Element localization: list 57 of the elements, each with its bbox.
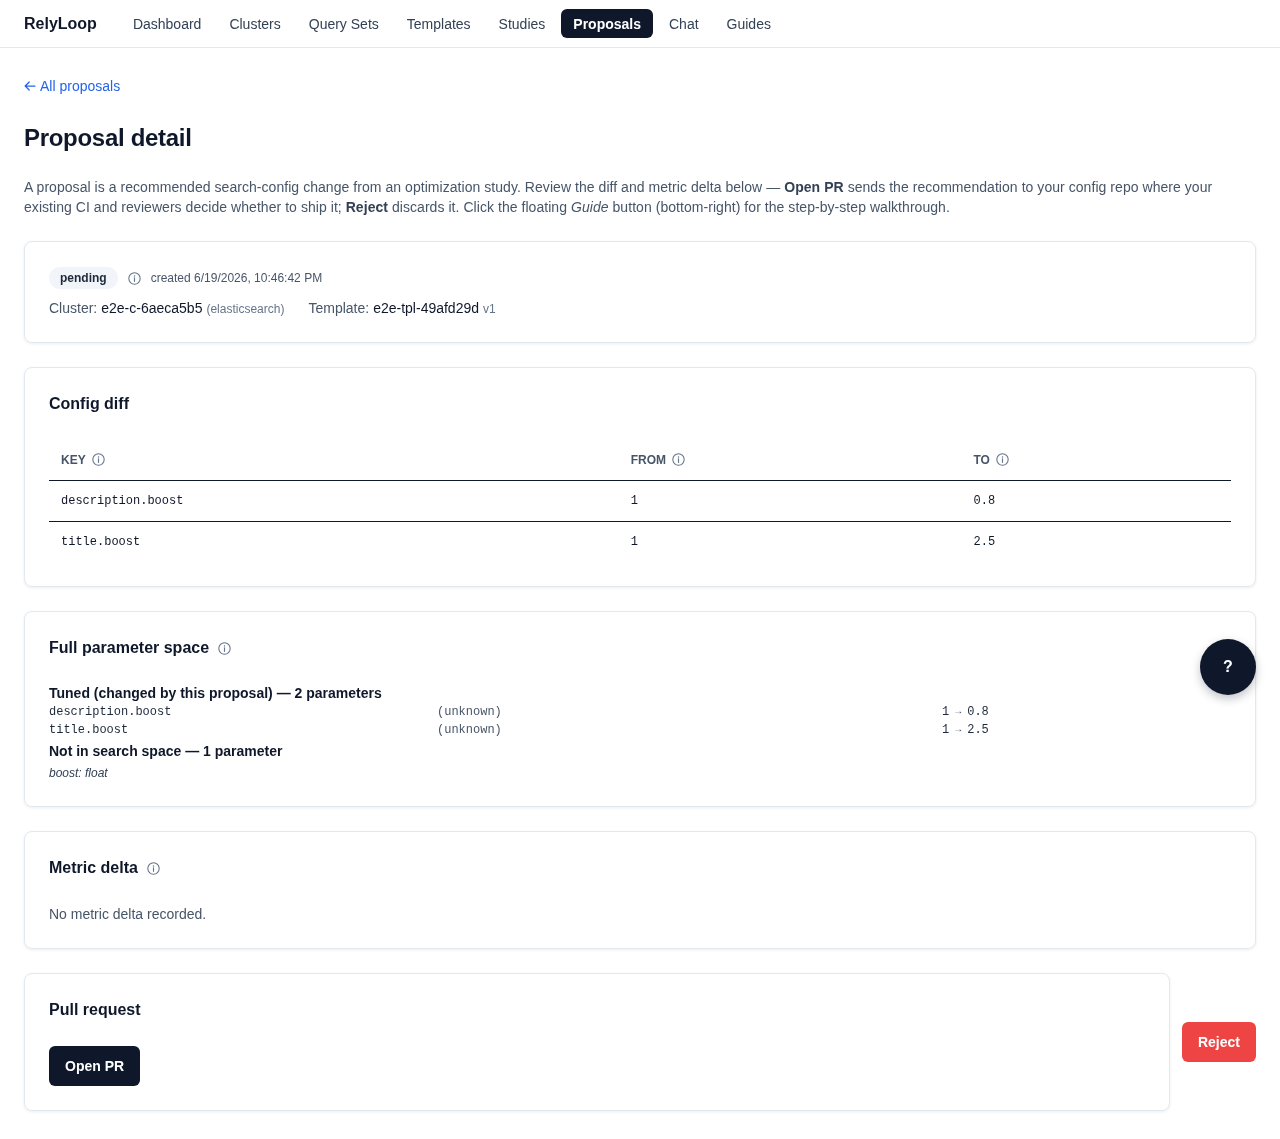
nav-tab[interactable]: Dashboard <box>120 9 214 38</box>
column-header: KEY <box>61 453 86 467</box>
parameter-signature: boost: float <box>49 765 108 782</box>
info-icon[interactable] <box>995 453 1009 466</box>
tuned-heading: Tuned (changed by this proposal) — 2 parameters <box>49 684 382 703</box>
table-cell: 1 <box>630 494 638 508</box>
parameter-type: (unknown) <box>437 704 502 721</box>
section-title: Metric delta <box>49 858 138 878</box>
table-cell: 2.5 <box>973 535 996 549</box>
back-link[interactable]: All proposals <box>24 76 121 96</box>
description-paragraph: A proposal is a recommended search-config change from an optimization study. Review the diff and metric delta below — Open PR sends the recommendation to your config repo where your existing CI and reviewers decide whether to ship it; Reject discards it. Click the floating Guide button (bottom-right) for the step-by-step walkthrough. <box>24 178 1214 217</box>
cluster-label: Cluster: <box>49 299 98 318</box>
from-value: 1 <box>942 704 950 721</box>
info-icon[interactable] <box>91 453 105 466</box>
nav-tab[interactable]: Templates <box>394 9 483 38</box>
arrow-icon: → <box>955 703 962 721</box>
nav-tab[interactable]: Proposals <box>561 9 653 38</box>
empty-state-text: No metric delta recorded. <box>49 905 207 924</box>
info-icon[interactable] <box>672 453 686 466</box>
info-icon[interactable] <box>146 861 160 875</box>
status-badge: pending <box>49 267 118 289</box>
to-value: 2.5 <box>967 722 989 739</box>
arrow-left-icon <box>24 81 36 91</box>
table-cell: 0.8 <box>973 494 996 508</box>
nav-tab[interactable]: Clusters <box>217 9 293 38</box>
parameter-name: description.boost <box>49 704 172 721</box>
info-icon[interactable] <box>218 641 232 655</box>
nav-tab[interactable]: Studies <box>486 9 558 38</box>
parameter-name: title.boost <box>49 722 129 739</box>
to-value: 0.8 <box>967 704 989 721</box>
help-button[interactable]: ? <box>1200 639 1256 695</box>
created-timestamp: created 6/19/2026, 10:46:42 PM <box>150 271 323 285</box>
table-cell: 1 <box>630 535 638 549</box>
reject-button[interactable]: Reject <box>1181 1022 1256 1062</box>
open-pr-button[interactable]: Open PR <box>49 1046 141 1086</box>
cluster-id: e2e-c-6aeca5b5 <box>101 299 203 318</box>
parameter-type: (unknown) <box>437 722 502 739</box>
table-cell: description.boost <box>61 494 184 508</box>
not-in-space-heading: Not in search space — 1 parameter <box>49 742 283 761</box>
template-id: e2e-tpl-49afd29d <box>373 299 480 318</box>
from-value: 1 <box>942 722 950 739</box>
brand-logo[interactable]: RelyLoop <box>24 14 97 33</box>
nav-tab[interactable]: Chat <box>657 9 711 38</box>
cluster-engine: (elasticsearch) <box>206 301 285 318</box>
section-title: Config diff <box>49 394 129 414</box>
column-header: FROM <box>630 453 667 467</box>
column-header: TO <box>973 453 990 467</box>
template-version: v1 <box>483 301 496 318</box>
section-title: Full parameter space <box>49 638 210 658</box>
arrow-icon: → <box>955 721 962 739</box>
info-icon[interactable] <box>127 271 141 285</box>
section-title: Pull request <box>49 1000 141 1020</box>
nav-tab[interactable]: Guides <box>714 9 783 38</box>
nav-tab[interactable]: Query Sets <box>296 9 391 38</box>
page-title: Proposal detail <box>24 123 192 153</box>
template-label: Template: <box>308 299 370 318</box>
table-cell: title.boost <box>61 535 141 549</box>
